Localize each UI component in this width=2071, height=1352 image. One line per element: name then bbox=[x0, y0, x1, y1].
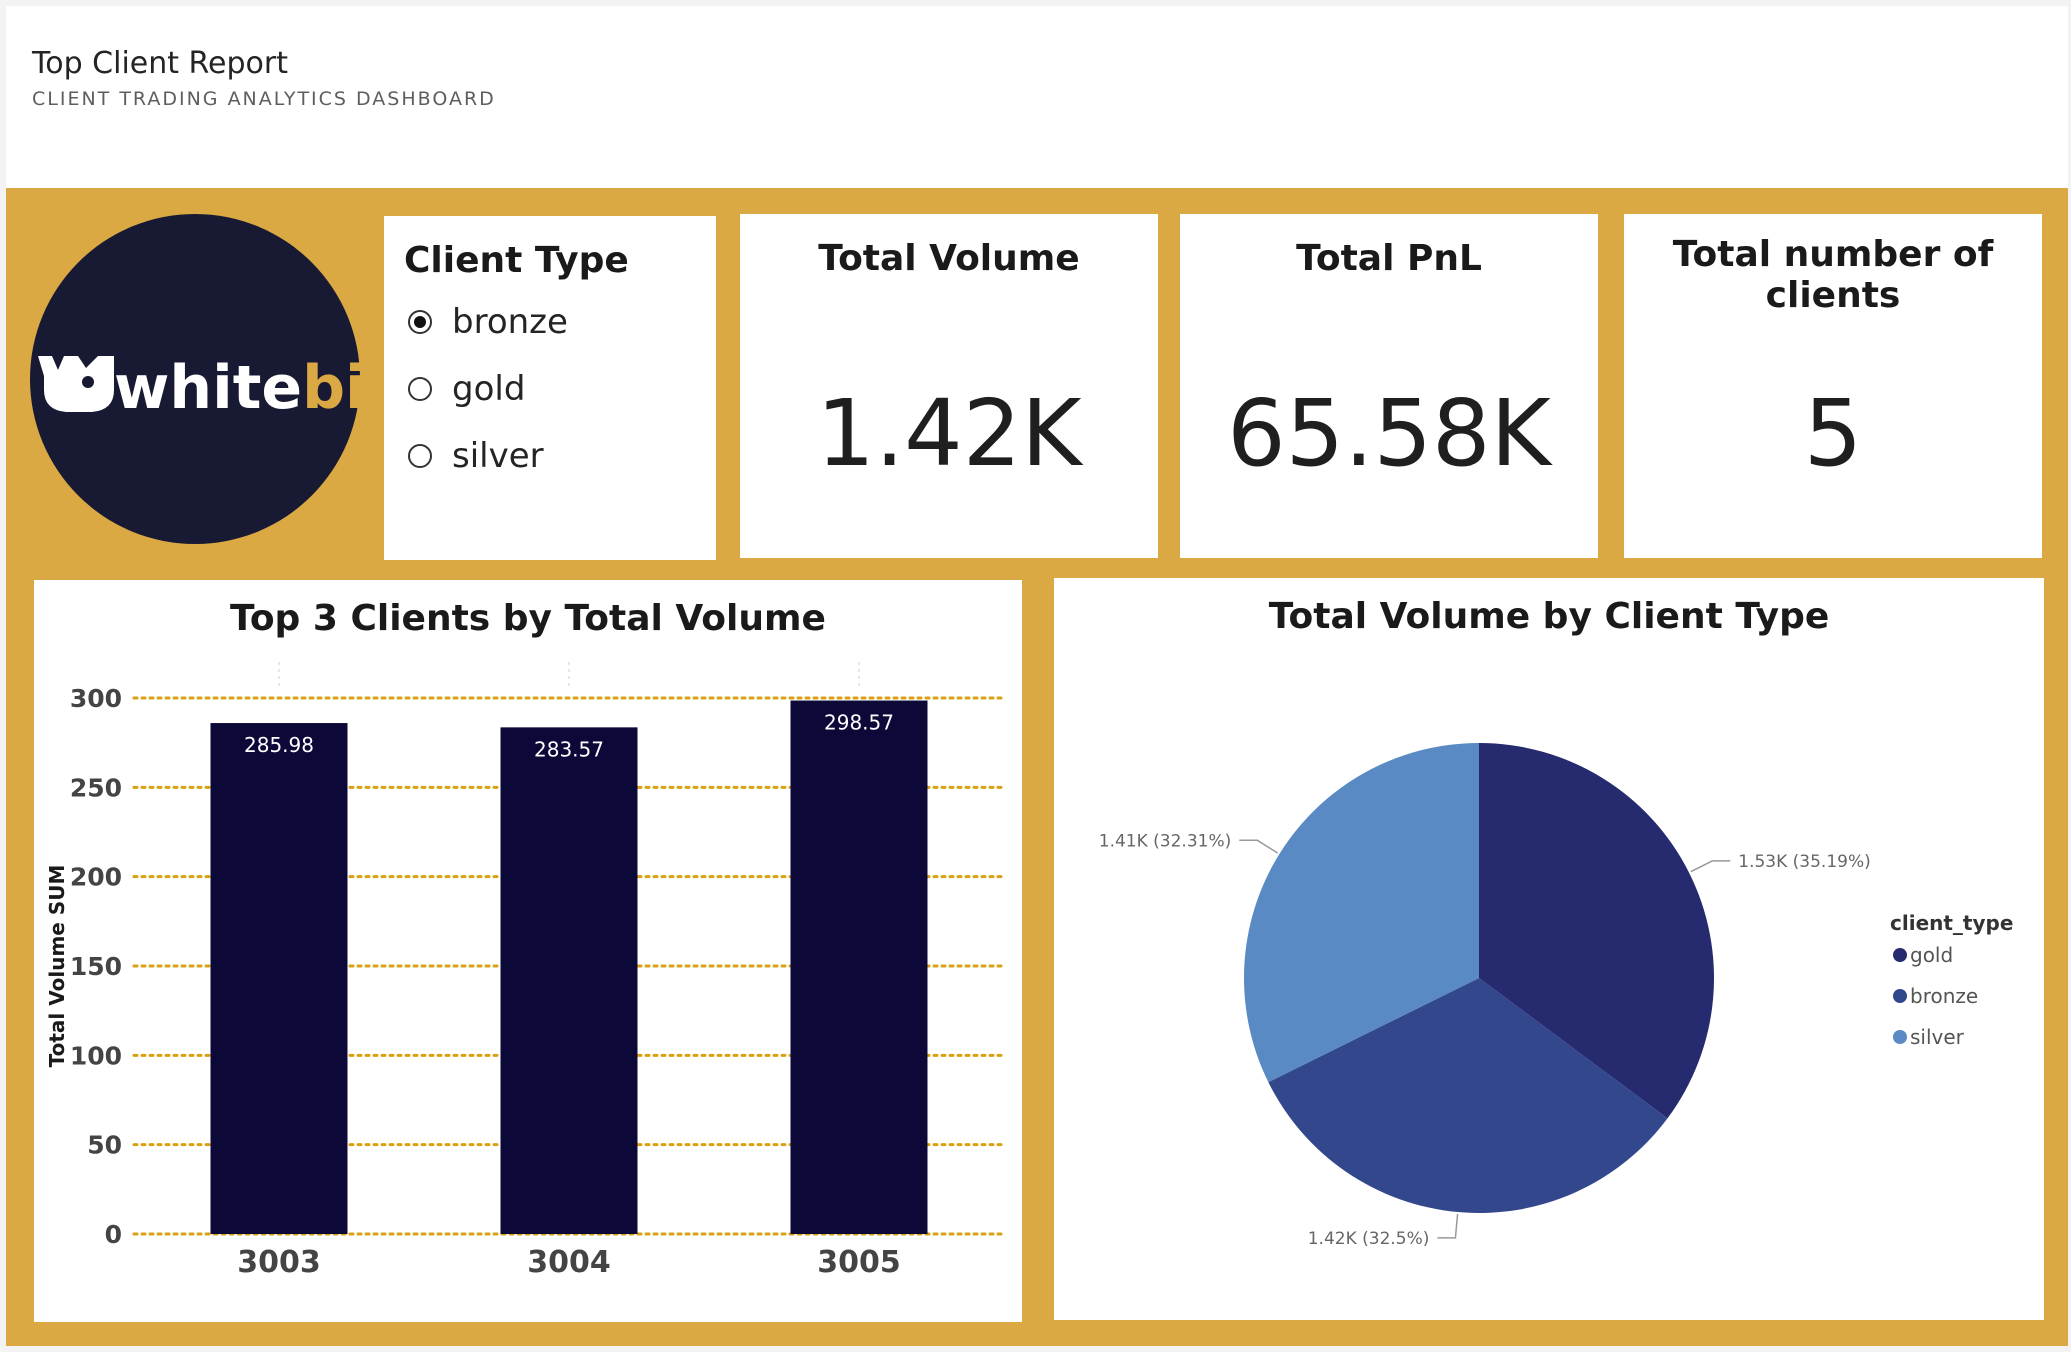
legend-item-bronze[interactable]: bronze bbox=[1910, 984, 1978, 1008]
slicer-option-bronze[interactable]: bronze bbox=[408, 302, 568, 342]
kpi-card-total-pnl[interactable]: Total PnL 65.58K bbox=[1180, 214, 1598, 558]
pie-leader-line bbox=[1437, 1213, 1459, 1239]
logo-text: whitebit bbox=[114, 353, 360, 423]
pie-data-label: 1.42K (32.5%) bbox=[1308, 1229, 1430, 1249]
pie-chart-card[interactable]: Total Volume by Client Type 1.53K (35.19… bbox=[1054, 578, 2044, 1320]
y-tick-label: 50 bbox=[87, 1131, 122, 1160]
bar-data-label: 298.57 bbox=[824, 711, 894, 735]
x-tick-label: 3005 bbox=[817, 1245, 901, 1280]
radio-selected-icon[interactable] bbox=[408, 310, 432, 334]
kpi-card-total-volume[interactable]: Total Volume 1.42K bbox=[740, 214, 1158, 558]
slicer-option-silver[interactable]: silver bbox=[408, 436, 544, 476]
legend-item-gold[interactable]: gold bbox=[1910, 943, 1953, 967]
x-tick-label: 3004 bbox=[527, 1245, 611, 1280]
legend-marker bbox=[1893, 1030, 1907, 1044]
whitebit-logo: whitebit bbox=[30, 214, 394, 544]
y-tick-label: 100 bbox=[70, 1041, 122, 1070]
logo-graphic: whitebit bbox=[38, 353, 394, 423]
report-title: Top Client Report bbox=[32, 46, 288, 81]
y-tick-label: 0 bbox=[105, 1220, 122, 1249]
slicer-option-gold[interactable]: gold bbox=[408, 369, 525, 409]
logo-text-gold: bit bbox=[302, 353, 360, 423]
y-tick-label: 300 bbox=[70, 684, 122, 713]
y-axis-title: Total Volume SUM bbox=[45, 865, 69, 1068]
legend-item-silver[interactable]: silver bbox=[1910, 1025, 1965, 1049]
bar-chart-card[interactable]: Top 3 Clients by Total Volume 0 50 100 150 2… bbox=[34, 580, 1022, 1322]
legend-title: client_type bbox=[1890, 911, 2013, 935]
kpi-value: 65.58K bbox=[1227, 380, 1551, 487]
client-type-slicer: Client Type bronze gold silver bbox=[384, 216, 716, 560]
kpi-value: 5 bbox=[1803, 380, 1863, 487]
slicer-option-label: bronze bbox=[452, 302, 568, 342]
pie-leader-line bbox=[1690, 860, 1731, 873]
radio-unselected-icon[interactable] bbox=[408, 377, 432, 401]
report-header: Top Client Report CLIENT TRADING ANALYTI… bbox=[6, 6, 2068, 188]
logo-mark-icon bbox=[38, 356, 114, 412]
kpi-title: Total PnL bbox=[1296, 238, 1482, 279]
kpi-card-total-clients[interactable]: Total number of clients 5 bbox=[1624, 214, 2042, 558]
pie-data-label: 1.53K (35.19%) bbox=[1738, 852, 1871, 872]
kpi-title: Total number of clients bbox=[1672, 234, 1994, 316]
y-tick-label: 150 bbox=[70, 952, 122, 981]
x-tick-label: 3003 bbox=[237, 1245, 321, 1280]
slicer-option-label: gold bbox=[452, 369, 526, 409]
pie-legend: client_typegold bronze silver bbox=[1890, 911, 2013, 1049]
pie-leader-line bbox=[1239, 839, 1279, 854]
logo-text-white: white bbox=[114, 353, 302, 423]
bar-3004[interactable] bbox=[500, 727, 638, 1234]
slicer-option-label: silver bbox=[452, 436, 544, 476]
legend-marker bbox=[1893, 989, 1907, 1003]
y-tick-label: 250 bbox=[70, 773, 122, 802]
y-tick-label: 200 bbox=[70, 863, 122, 892]
pie-chart-svg: 1.53K (35.19%) 1.42K (32.5%) 1.41K (32.31%… bbox=[1099, 743, 2013, 1249]
radio-unselected-icon[interactable] bbox=[408, 444, 432, 468]
report-subtitle: CLIENT TRADING ANALYTICS DASHBOARD bbox=[32, 88, 496, 110]
legend-marker bbox=[1893, 948, 1907, 962]
bar-3003[interactable] bbox=[210, 723, 348, 1234]
slicer-title: Client Type bbox=[404, 240, 629, 281]
bar-data-label: 283.57 bbox=[534, 737, 604, 761]
bar-data-label: 285.98 bbox=[244, 733, 314, 757]
kpi-value: 1.42K bbox=[816, 380, 1082, 487]
pie-data-label: 1.41K (32.31%) bbox=[1099, 831, 1232, 851]
kpi-title: Total Volume bbox=[818, 238, 1080, 279]
bar-3005[interactable] bbox=[790, 700, 928, 1234]
bar-chart-svg: 0 50 100 150 200 250 300 Total Volume SUM 285.98… bbox=[45, 662, 1006, 1280]
